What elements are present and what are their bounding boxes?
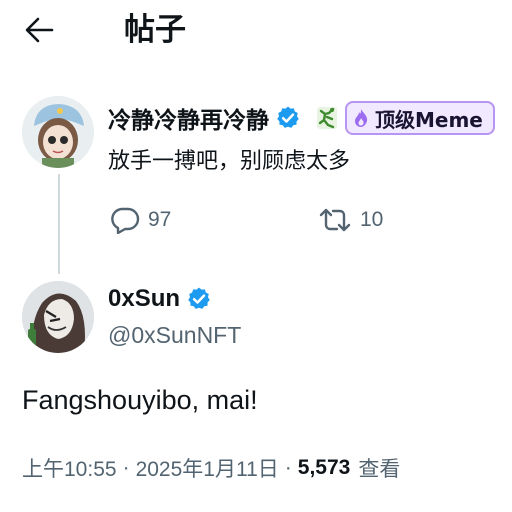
reply-count-button[interactable]: 97 [110, 200, 171, 240]
retweet-count-button[interactable]: 10 [318, 200, 383, 240]
separator-dot: · [284, 456, 292, 479]
page-title: 帖子 [124, 12, 186, 48]
reply-author-name[interactable]: 冷静冷静再冷静 [108, 101, 269, 135]
gecko-emoji-icon [315, 105, 339, 131]
verified-badge-icon [275, 105, 301, 131]
post-meta-row: 上午10:55 · 2025年1月11日 · 5,573 查看 [22, 450, 400, 486]
post-date[interactable]: 2025年1月11日 [136, 453, 279, 483]
back-arrow-icon[interactable] [24, 16, 54, 44]
reply-text: 放手一搏吧，别顾虑太多 [108, 149, 351, 174]
thread-connector-line [58, 174, 60, 274]
post-author-name[interactable]: 0xSun [108, 285, 180, 313]
post-time[interactable]: 上午10:55 [22, 453, 117, 483]
post-author-row: 0xSun [108, 281, 212, 317]
meme-badge[interactable]: 顶级Meme [345, 101, 495, 135]
top-bar: 帖子 [0, 0, 512, 62]
separator-dot: · [122, 456, 130, 479]
views-label: 查看 [358, 458, 401, 481]
retweet-icon [319, 208, 351, 232]
comment-icon [111, 207, 140, 234]
flame-icon [353, 108, 369, 128]
post-author-handle[interactable]: @0xSunNFT [108, 318, 241, 352]
verified-badge-icon [186, 286, 212, 312]
retweet-count: 10 [360, 208, 384, 231]
reply-count: 97 [148, 208, 172, 231]
post-body-text: Fangshouyibo, mai! [22, 385, 258, 415]
post-author-avatar[interactable] [22, 281, 94, 353]
views-count: 5,573 [297, 456, 351, 479]
reply-author-row: 冷静冷静再冷静 顶级Meme [108, 101, 495, 135]
meme-badge-label: 顶级Meme [375, 107, 483, 132]
reply-author-avatar[interactable] [22, 96, 94, 168]
